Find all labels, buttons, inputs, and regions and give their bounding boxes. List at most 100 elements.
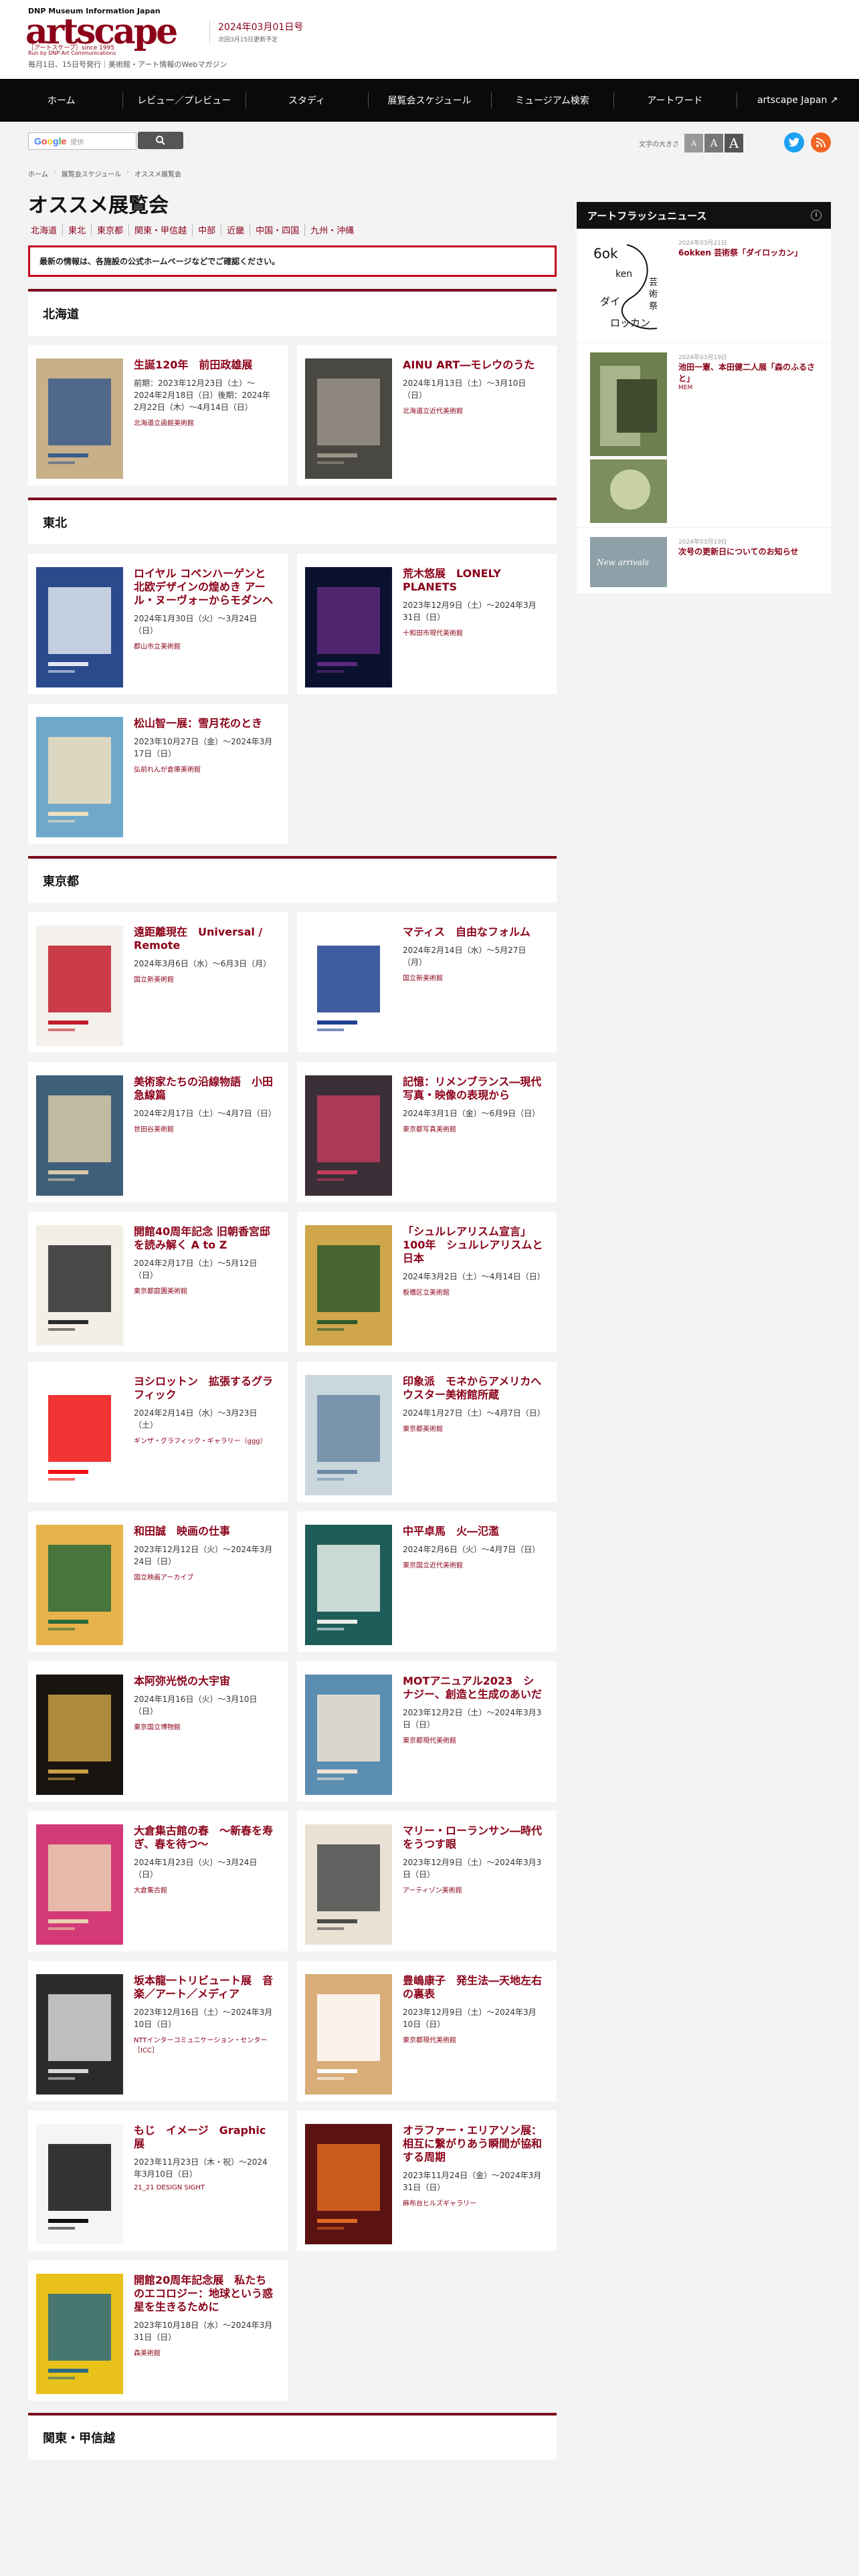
exhibition-venue[interactable]: 板橋区立美術館 <box>403 1287 543 1297</box>
exhibition-card[interactable]: 開館20周年記念展 私たちのエコロジー：地球という惑星を生きるために 2023年1… <box>28 2260 288 2401</box>
font-size-small-button[interactable]: A <box>684 134 703 152</box>
exhibition-venue[interactable]: 国立新美術館 <box>134 974 274 984</box>
exhibition-card[interactable]: 大倉集古館の春 〜新春を寿ぎ、春を待つ〜 2024年1月23日（火）〜3月24日（… <box>28 1811 288 1951</box>
exhibition-title[interactable]: オラファー・エリアソン展：相互に繋がりあう瞬間が協和する周期 <box>403 2124 543 2164</box>
exhibition-venue[interactable]: NTTインターコミュニケーション・センター［ICC］ <box>134 2034 274 2054</box>
nav-review[interactable]: レビュー／プレビュー <box>122 79 245 122</box>
exhibition-venue[interactable]: 郡山市立美術館 <box>134 641 274 651</box>
region-link-tohoku[interactable]: 東北 <box>62 223 91 236</box>
news-item[interactable]: 6ok ken 芸 術 祭 ダイ ロッカン 2024年03月21日 6okken… <box>577 229 831 343</box>
search-button[interactable] <box>138 132 183 149</box>
exhibition-title[interactable]: 記憶：リメンブランス―現代写真・映像の表現から <box>403 1075 543 1102</box>
exhibition-venue[interactable]: 麻布台ヒルズギャラリー <box>403 2197 543 2208</box>
exhibition-title[interactable]: 豊嶋康子 発生法―天地左右の裏表 <box>403 1974 543 2001</box>
exhibition-title[interactable]: 印象派 モネからアメリカへ ウスター美術館所蔵 <box>403 1375 552 1402</box>
exhibition-venue[interactable]: 東京国立近代美術館 <box>403 1560 543 1570</box>
exhibition-title[interactable]: MOTアニュアル2023 シナジー、創造と生成のあいだ <box>403 1675 543 1701</box>
exhibition-title[interactable]: 開館20周年記念展 私たちのエコロジー：地球という惑星を生きるために <box>134 2274 274 2314</box>
twitter-icon[interactable] <box>784 132 804 152</box>
exhibition-card[interactable]: もじ イメージ Graphic 展 2023年11月23日（木・祝）〜2024年3… <box>28 2111 288 2251</box>
exhibition-venue[interactable]: 世田谷美術館 <box>134 1123 274 1134</box>
exhibition-venue[interactable]: 森美術館 <box>134 2347 274 2357</box>
exhibition-card[interactable]: 本阿弥光悦の大宇宙 2024年1月16日（火）〜3月10日（日） 東京国立博物館 <box>28 1661 288 1802</box>
exhibition-title[interactable]: 「シュルレアリスム宣言」100年 シュルレアリスムと日本 <box>403 1225 543 1265</box>
exhibition-title[interactable]: 和田誠 映画の仕事 <box>134 1525 274 1538</box>
search-input[interactable]: Google 提供 <box>28 132 136 150</box>
exhibition-venue[interactable]: 大倉集古館 <box>134 1885 274 1895</box>
exhibition-title[interactable]: 本阿弥光悦の大宇宙 <box>134 1675 274 1688</box>
region-link-kanto[interactable]: 関東・甲信越 <box>128 223 192 236</box>
exhibition-card[interactable]: 「シュルレアリスム宣言」100年 シュルレアリスムと日本 2024年3月2日（土）… <box>297 1212 557 1352</box>
exhibition-venue[interactable]: 東京都写真美術館 <box>403 1123 543 1134</box>
breadcrumb-home[interactable]: ホーム <box>28 169 48 179</box>
exhibition-venue[interactable]: 東京都現代美術館 <box>403 2034 543 2044</box>
exhibition-title[interactable]: 松山智一展：雪月花のとき <box>134 717 274 730</box>
news-item[interactable]: New arrivals 2024年03月19日 次号の更新日についてのお知らせ <box>577 528 831 593</box>
exhibition-card[interactable]: 生誕120年 前田政雄展 前期：2023年12月23日（土）〜2024年2月18日… <box>28 345 288 486</box>
rss-icon[interactable] <box>811 132 831 152</box>
exhibition-card[interactable]: 豊嶋康子 発生法―天地左右の裏表 2023年12月9日（土）〜2024年3月10日… <box>297 1961 557 2101</box>
exhibition-card[interactable]: ヨシロットン 拡張するグラフィック 2024年2月14日（水）〜3月23日（土） ギ… <box>28 1362 288 1502</box>
news-title[interactable]: 次号の更新日についてのお知らせ <box>678 546 819 558</box>
news-title[interactable]: 6okken 芸術祭「ダイロッカン」 <box>678 247 819 259</box>
exhibition-title[interactable]: 坂本龍一トリビュート展 音楽／アート／メディア <box>134 1974 274 2001</box>
exhibition-title[interactable]: 遠距離現在 Universal / Remote <box>134 926 274 952</box>
exhibition-card[interactable]: 中平卓馬 火―氾濫 2024年2月6日（火）〜4月7日（日） 東京国立近代美術館 <box>297 1511 557 1652</box>
exhibition-venue[interactable]: 東京都現代美術館 <box>403 1735 543 1745</box>
exhibition-title[interactable]: 美術家たちの沿線物語 小田急線篇 <box>134 1075 274 1102</box>
exhibition-card[interactable]: 和田誠 映画の仕事 2023年12月12日（火）〜2024年3月24日（日） 国立映… <box>28 1511 288 1652</box>
font-size-medium-button[interactable]: A <box>704 134 723 152</box>
exhibition-title[interactable]: もじ イメージ Graphic 展 <box>134 2124 274 2151</box>
exhibition-card[interactable]: 坂本龍一トリビュート展 音楽／アート／メディア 2023年12月16日（土）〜20… <box>28 1961 288 2101</box>
info-icon[interactable]: i <box>811 210 822 221</box>
nav-schedule[interactable]: 展覧会スケジュール <box>368 79 490 122</box>
region-link-chugoku[interactable]: 中国・四国 <box>250 223 304 236</box>
nav-museum-search[interactable]: ミュージアム検索 <box>490 79 613 122</box>
exhibition-card[interactable]: マリー・ローランサン―時代をうつす眼 2023年12月9日（土）〜2024年3月3… <box>297 1811 557 1951</box>
exhibition-card[interactable]: AINU ART―モレウのうた 2024年1月13日（土）〜3月10日（日） 北海道… <box>297 345 557 486</box>
exhibition-title[interactable]: 生誕120年 前田政雄展 <box>134 358 274 372</box>
exhibition-title[interactable]: 大倉集古館の春 〜新春を寿ぎ、春を待つ〜 <box>134 1824 274 1851</box>
news-title[interactable]: 池田一憲、本田健二人展「森のふるさと」 <box>678 362 819 385</box>
exhibition-card[interactable]: マティス 自由なフォルム 2024年2月14日（水）〜5月27日（月） 国立新美術館 <box>297 912 557 1053</box>
exhibition-title[interactable]: マティス 自由なフォルム <box>403 926 543 939</box>
exhibition-title[interactable]: ロイヤル コペンハーゲンと北欧デザインの煌めき アール・ヌーヴォーからモダンへ <box>134 567 274 607</box>
exhibition-venue[interactable]: アーティゾン美術館 <box>403 1885 543 1895</box>
region-link-kyushu[interactable]: 九州・沖縄 <box>304 223 359 236</box>
exhibition-venue[interactable]: 十和田市現代美術館 <box>403 627 543 637</box>
exhibition-title[interactable]: AINU ART―モレウのうた <box>403 358 543 372</box>
font-size-large-button[interactable]: A <box>725 134 743 152</box>
exhibition-venue[interactable]: 国立映画アーカイブ <box>134 1572 274 1582</box>
exhibition-venue[interactable]: 東京都美術館 <box>403 1423 543 1433</box>
nav-artword[interactable]: アートワード <box>613 79 736 122</box>
exhibition-card[interactable]: オラファー・エリアソン展：相互に繋がりあう瞬間が協和する周期 2023年11月24… <box>297 2111 557 2251</box>
exhibition-venue[interactable]: 21_21 DESIGN SIGHT <box>134 2184 274 2191</box>
region-link-kinki[interactable]: 近畿 <box>221 223 250 236</box>
exhibition-title[interactable]: マリー・ローランサン―時代をうつす眼 <box>403 1824 543 1851</box>
exhibition-card[interactable]: ロイヤル コペンハーゲンと北欧デザインの煌めき アール・ヌーヴォーからモダンへ 2… <box>28 554 288 694</box>
exhibition-card[interactable]: MOTアニュアル2023 シナジー、創造と生成のあいだ 2023年12月2日（土）… <box>297 1661 557 1802</box>
exhibition-venue[interactable]: 弘前れんが倉庫美術館 <box>134 764 274 774</box>
news-item[interactable]: 2024年03月19日 池田一憲、本田健二人展「森のふるさと」 MEM <box>577 343 831 528</box>
exhibition-title[interactable]: 荒木悠展 LONELY PLANETS <box>403 567 543 594</box>
region-link-hokkaido[interactable]: 北海道 <box>28 223 62 236</box>
region-link-tokyo[interactable]: 東京都 <box>91 223 128 236</box>
exhibition-title[interactable]: ヨシロットン 拡張するグラフィック <box>134 1375 274 1402</box>
exhibition-card[interactable]: 記憶：リメンブランス―現代写真・映像の表現から 2024年3月1日（金）〜6月9日… <box>297 1062 557 1202</box>
exhibition-card[interactable]: 遠距離現在 Universal / Remote 2024年3月6日（水）〜6月3… <box>28 912 288 1053</box>
nav-artscape-japan[interactable]: artscape Japan ↗ <box>736 79 859 122</box>
exhibition-card[interactable]: 美術家たちの沿線物語 小田急線篇 2024年2月17日（土）〜4月7日（日） 世田谷… <box>28 1062 288 1202</box>
exhibition-title[interactable]: 中平卓馬 火―氾濫 <box>403 1525 543 1538</box>
exhibition-venue[interactable]: 東京都庭園美術館 <box>134 1285 274 1295</box>
exhibition-venue[interactable]: 国立新美術館 <box>403 972 543 982</box>
exhibition-card[interactable]: 開館40周年記念 旧朝香宮邸を読み解く A to Z 2024年2月17日（土）〜… <box>28 1212 288 1352</box>
nav-study[interactable]: スタディ <box>245 79 368 122</box>
exhibition-title[interactable]: 開館40周年記念 旧朝香宮邸を読み解く A to Z <box>134 1225 274 1252</box>
exhibition-card[interactable]: 荒木悠展 LONELY PLANETS 2023年12月9日（土）〜2024年3月… <box>297 554 557 694</box>
exhibition-venue[interactable]: 北海道立近代美術館 <box>403 405 543 415</box>
exhibition-card[interactable]: 印象派 モネからアメリカへ ウスター美術館所蔵 2024年1月27日（土）〜4月7… <box>297 1362 557 1502</box>
exhibition-card[interactable]: 松山智一展：雪月花のとき 2023年10月27日（金）〜2024年3月17日（日）… <box>28 704 288 844</box>
exhibition-venue[interactable]: 北海道立函館美術館 <box>134 417 274 427</box>
region-link-chubu[interactable]: 中部 <box>192 223 221 236</box>
exhibition-venue[interactable]: 東京国立博物館 <box>134 1721 274 1731</box>
